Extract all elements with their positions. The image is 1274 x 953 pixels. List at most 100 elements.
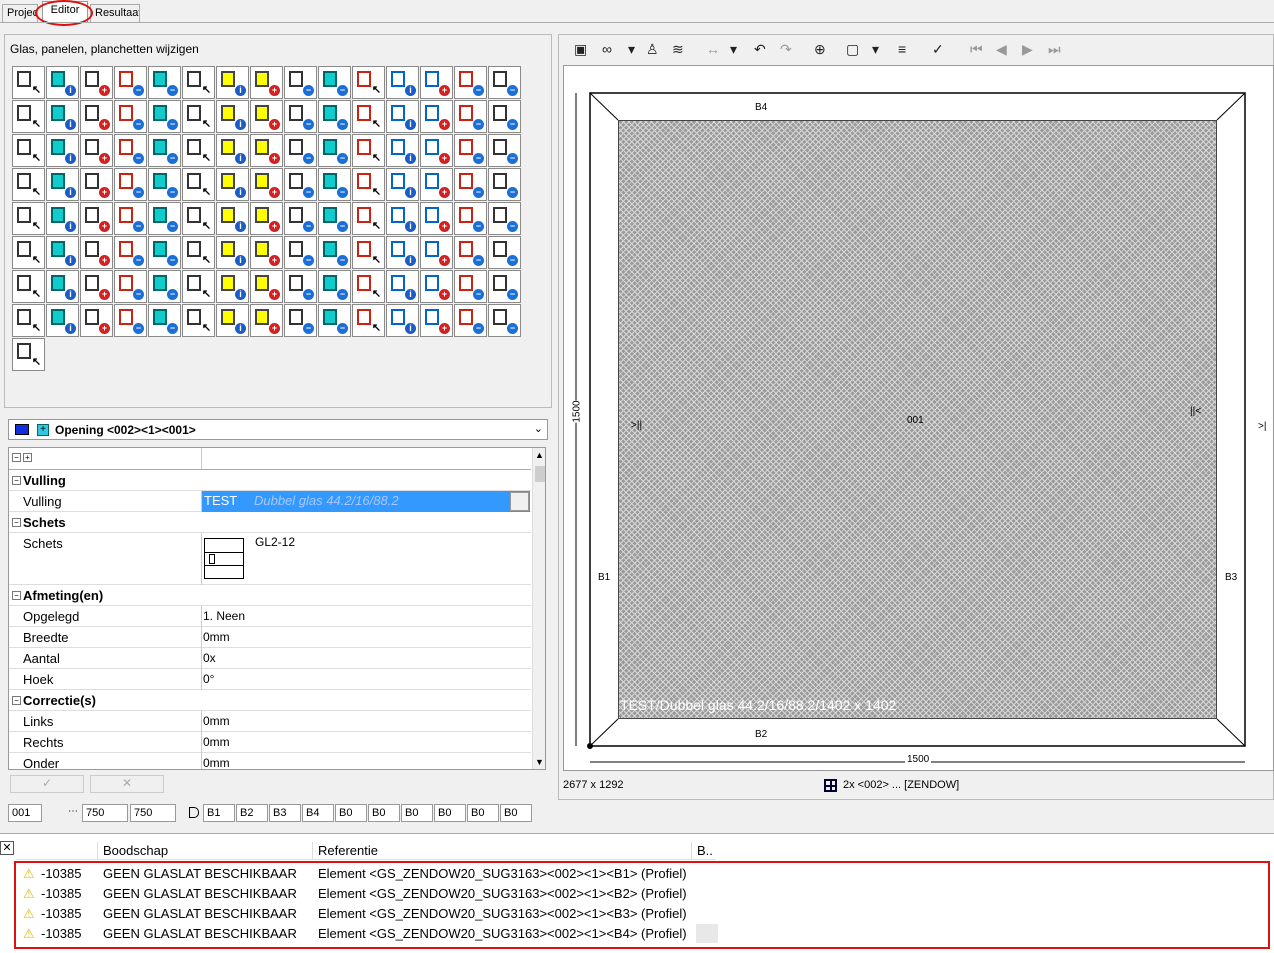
tool-button[interactable]: ↖ xyxy=(12,168,45,201)
tool-button[interactable]: + xyxy=(250,270,283,303)
property-row[interactable]: Breedte 0mm xyxy=(9,627,531,648)
layers-icon[interactable]: ≋ xyxy=(672,41,684,58)
tool-button[interactable]: i xyxy=(386,270,419,303)
tool-button[interactable]: ↖ xyxy=(352,100,385,133)
expand-all-icon[interactable]: + xyxy=(23,453,32,462)
tool-button[interactable]: − xyxy=(284,168,317,201)
tool-button[interactable]: ↖ xyxy=(182,168,215,201)
tool-button[interactable]: + xyxy=(420,304,453,337)
tool-button[interactable]: − xyxy=(284,66,317,99)
tool-button[interactable]: − xyxy=(488,236,521,269)
tool-button[interactable]: i xyxy=(46,304,79,337)
property-value[interactable]: 0x xyxy=(203,651,216,665)
tool-button[interactable]: + xyxy=(420,270,453,303)
collapse-all-icon[interactable]: − xyxy=(12,453,21,462)
tool-button[interactable]: − xyxy=(454,66,487,99)
header-boodschap[interactable]: Boodschap xyxy=(103,843,168,858)
tool-button[interactable]: − xyxy=(114,134,147,167)
tool-button[interactable]: i xyxy=(386,168,419,201)
tool-button[interactable]: + xyxy=(80,66,113,99)
tool-button[interactable]: ↖ xyxy=(182,66,215,99)
dropdown-icon[interactable]: ▾ xyxy=(872,41,879,58)
tool-button[interactable]: ↖ xyxy=(352,66,385,99)
tool-button[interactable]: − xyxy=(318,100,351,133)
tool-button[interactable]: ↖ xyxy=(182,134,215,167)
tool-button[interactable]: ↖ xyxy=(352,134,385,167)
profile-field[interactable]: B1 xyxy=(203,804,235,822)
tool-button[interactable]: ↖ xyxy=(12,202,45,235)
tool-button[interactable]: − xyxy=(284,236,317,269)
profile-field[interactable]: B2 xyxy=(236,804,268,822)
tool-button[interactable]: − xyxy=(318,66,351,99)
scrollbar[interactable]: ▲ ▼ xyxy=(532,448,545,769)
tool-button[interactable]: − xyxy=(454,236,487,269)
property-value[interactable]: 1. Neen xyxy=(203,609,245,623)
tool-button[interactable]: − xyxy=(148,270,181,303)
tool-button[interactable]: ↖ xyxy=(12,338,45,371)
tool-button[interactable]: + xyxy=(250,134,283,167)
property-value[interactable]: 0mm xyxy=(203,756,230,769)
profile-field[interactable]: B3 xyxy=(269,804,301,822)
header-referentie[interactable]: Referentie xyxy=(318,843,378,858)
tool-button[interactable]: ↖ xyxy=(352,202,385,235)
tool-button[interactable]: + xyxy=(420,168,453,201)
tool-button[interactable]: ↖ xyxy=(352,168,385,201)
tool-button[interactable]: − xyxy=(114,236,147,269)
tool-button[interactable]: + xyxy=(250,202,283,235)
tool-button[interactable]: − xyxy=(284,270,317,303)
tool-button[interactable]: − xyxy=(488,168,521,201)
chevron-down-icon[interactable]: ⌄ xyxy=(534,422,543,435)
property-row[interactable]: Opgelegd 1. Neen xyxy=(9,606,531,627)
tool-button[interactable]: + xyxy=(80,236,113,269)
tool-button[interactable]: − xyxy=(488,202,521,235)
tool-button[interactable]: ↖ xyxy=(182,100,215,133)
undo-icon[interactable]: ↶ xyxy=(754,41,766,58)
tool-button[interactable]: + xyxy=(420,134,453,167)
tool-button[interactable]: + xyxy=(250,236,283,269)
width-field-1[interactable]: 750 xyxy=(82,804,128,822)
tool-button[interactable]: i xyxy=(386,236,419,269)
profile-field[interactable]: B0 xyxy=(500,804,532,822)
close-icon[interactable]: ✕ xyxy=(0,841,14,855)
section-afmeting[interactable]: − Afmeting(en) xyxy=(9,585,531,606)
tool-button[interactable]: + xyxy=(420,202,453,235)
tool-button[interactable]: + xyxy=(420,236,453,269)
align-icon[interactable]: ≡ xyxy=(898,41,906,57)
property-value[interactable]: 0mm xyxy=(203,735,230,749)
tool-button[interactable]: i xyxy=(46,202,79,235)
confirm-button[interactable]: ✓ xyxy=(10,775,84,793)
property-row[interactable]: Onder 0mm xyxy=(9,753,531,769)
tool-button[interactable]: + xyxy=(250,168,283,201)
tool-button[interactable]: i xyxy=(386,134,419,167)
check-icon[interactable]: ✓ xyxy=(932,41,944,58)
tool-button[interactable]: i xyxy=(216,236,249,269)
tool-button[interactable]: i xyxy=(386,66,419,99)
row-schets[interactable]: Schets GL2-12 xyxy=(9,533,531,585)
dropdown-icon[interactable]: ▾ xyxy=(730,41,737,58)
tool-button[interactable]: − xyxy=(114,304,147,337)
tool-button[interactable]: − xyxy=(318,168,351,201)
tool-button[interactable]: ↖ xyxy=(352,304,385,337)
scroll-thumb[interactable] xyxy=(535,466,545,482)
tool-button[interactable]: − xyxy=(318,270,351,303)
tool-button[interactable]: − xyxy=(488,100,521,133)
tool-button[interactable]: − xyxy=(454,100,487,133)
property-value[interactable]: 0mm xyxy=(203,714,230,728)
tool-button[interactable]: − xyxy=(318,304,351,337)
profile-field[interactable]: B0 xyxy=(434,804,466,822)
scroll-down-icon[interactable]: ▼ xyxy=(535,757,544,767)
tool-button[interactable]: ↖ xyxy=(12,134,45,167)
dropdown-icon[interactable]: ▾ xyxy=(628,41,635,58)
tool-button[interactable]: − xyxy=(318,202,351,235)
tool-button[interactable]: − xyxy=(454,270,487,303)
tool-button[interactable]: + xyxy=(80,168,113,201)
tool-button[interactable]: − xyxy=(454,134,487,167)
id-field[interactable]: 001 xyxy=(8,804,42,822)
profile-field[interactable]: B0 xyxy=(467,804,499,822)
row-vulling[interactable]: Vulling TEST Dubbel glas 44.2/16/88.2 xyxy=(9,491,531,512)
tool-button[interactable]: i xyxy=(46,66,79,99)
redo-icon[interactable]: ↷ xyxy=(780,41,792,58)
tool-button[interactable]: i xyxy=(46,236,79,269)
next-icon[interactable]: ▶ xyxy=(1022,41,1033,58)
tool-button[interactable]: + xyxy=(250,304,283,337)
